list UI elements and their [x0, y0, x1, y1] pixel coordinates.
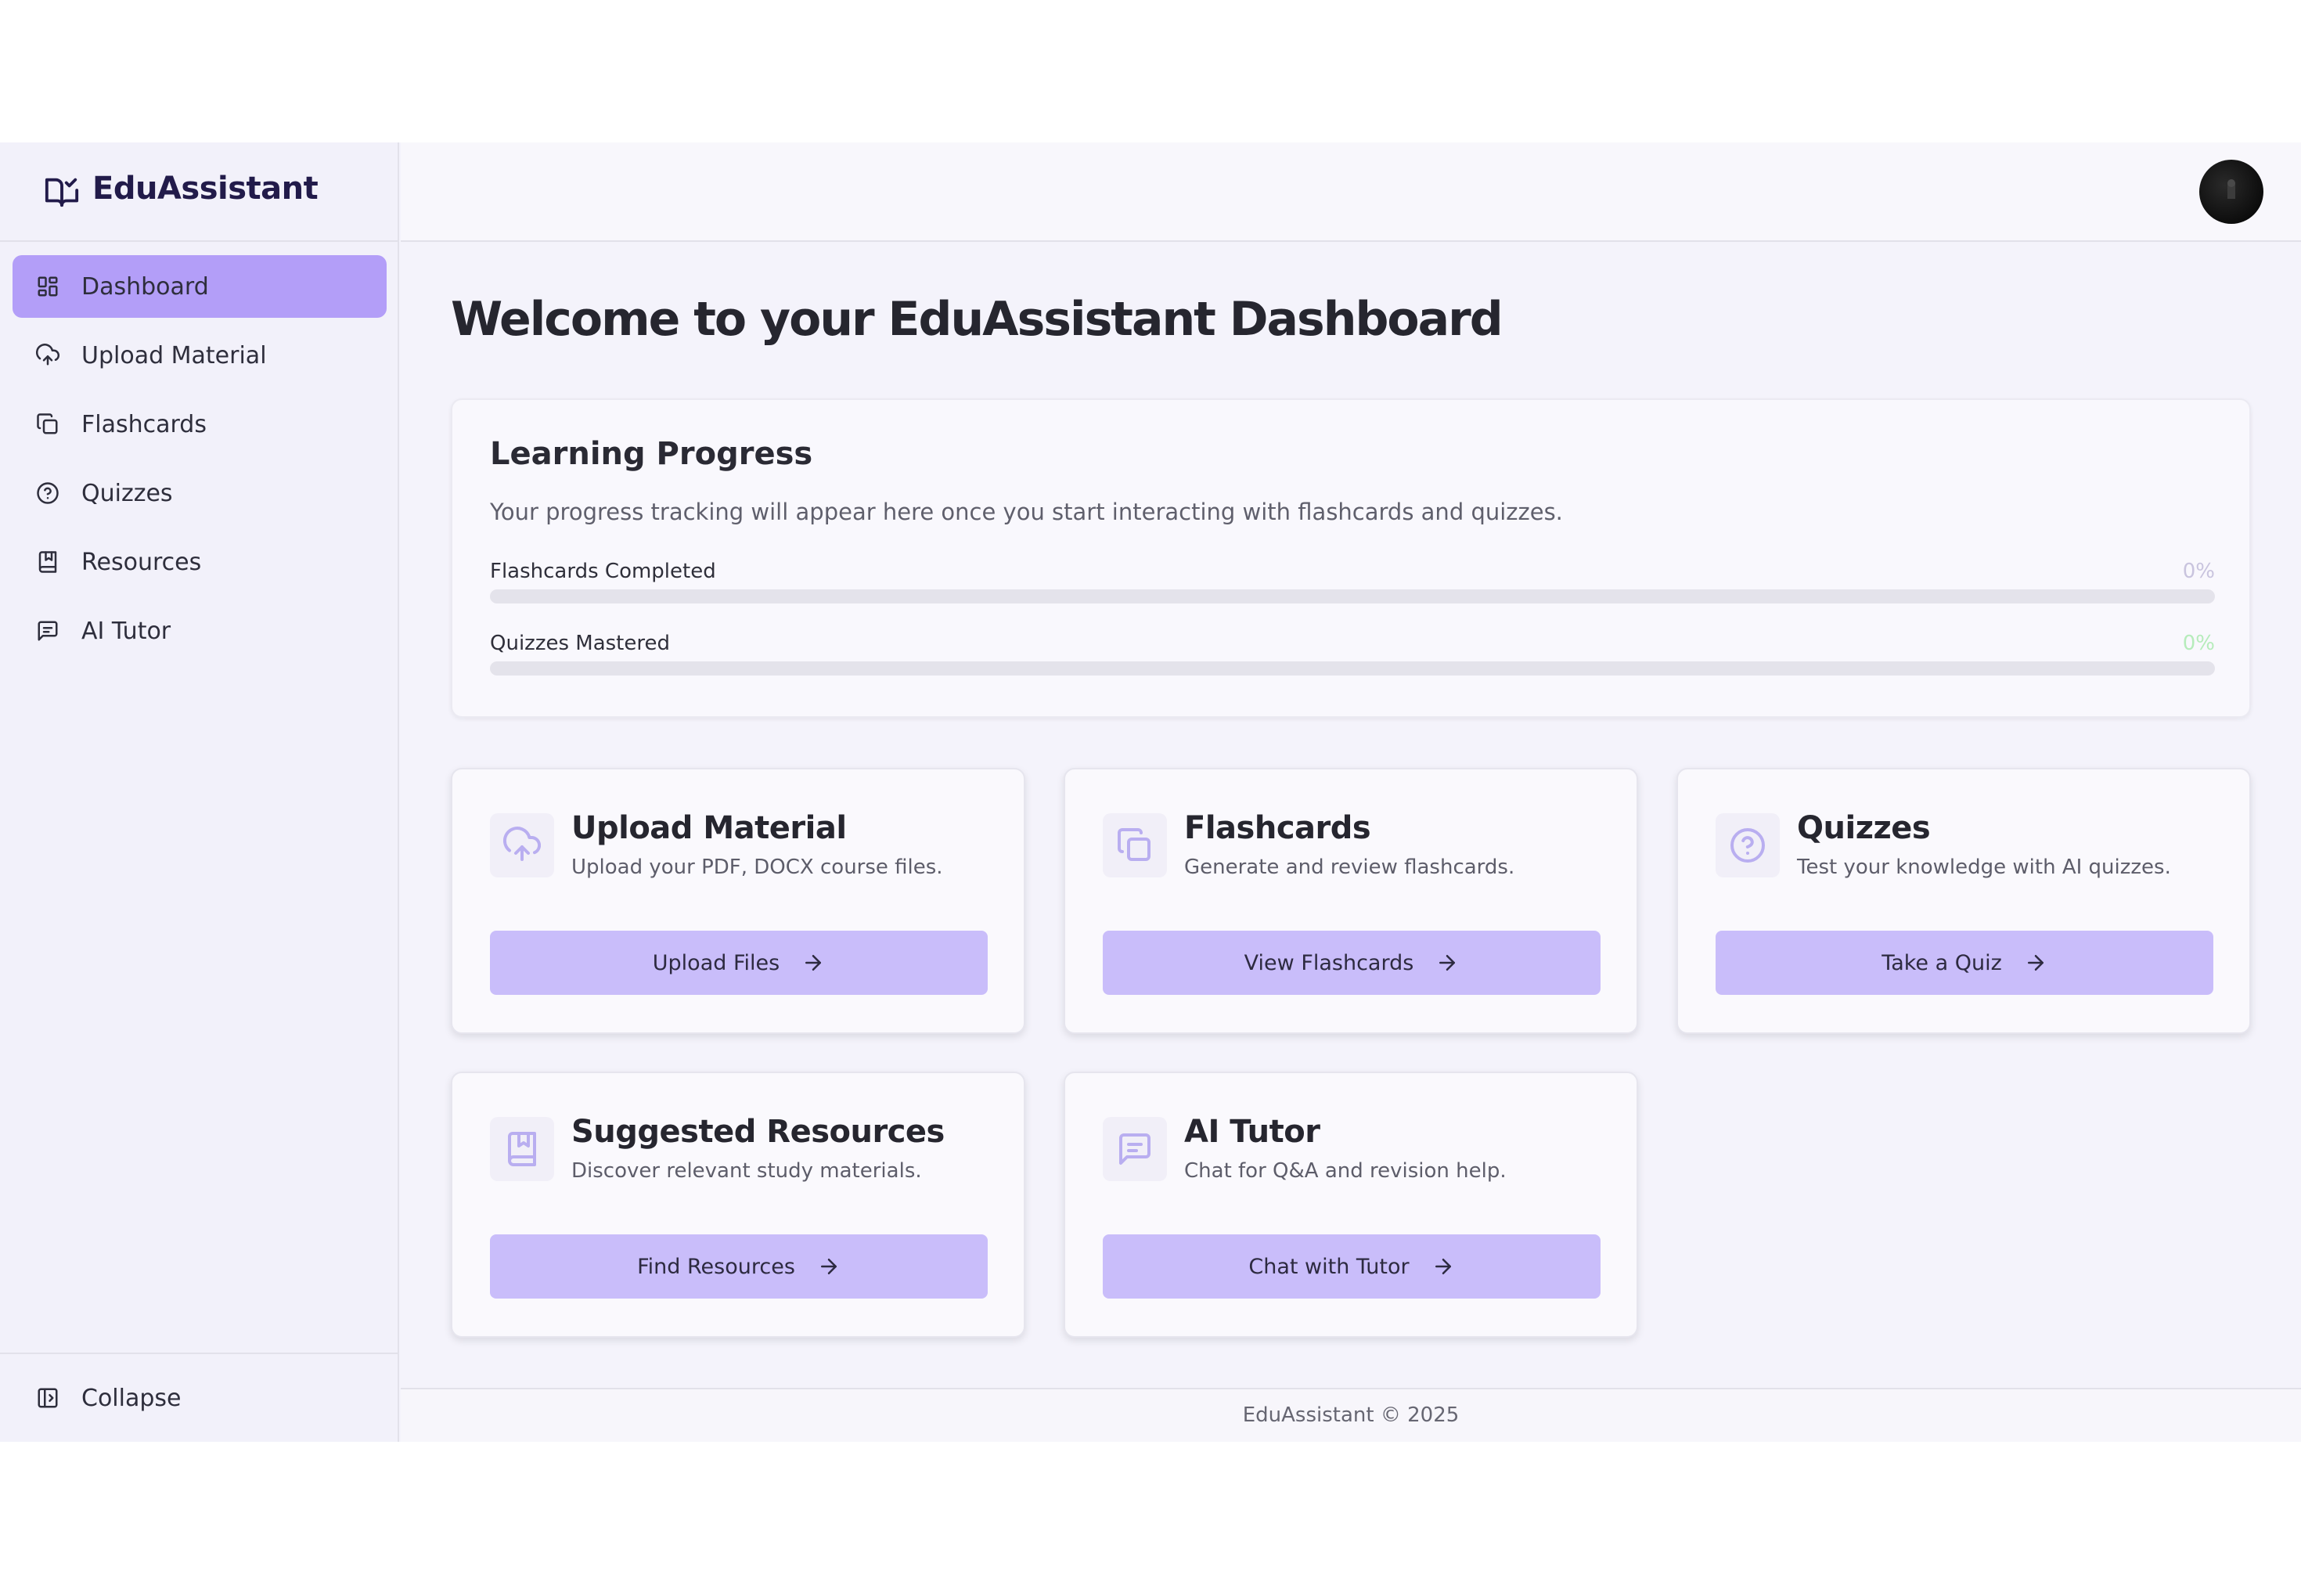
bookmark-book-icon	[38, 551, 57, 573]
sidebar-item-flashcards[interactable]: Flashcards	[13, 393, 387, 456]
avatar-image	[2227, 179, 2235, 199]
feature-card-icon-box	[490, 1117, 554, 1181]
sidebar-item-label: Flashcards	[81, 411, 207, 438]
feature-card-icon-box	[1103, 1117, 1167, 1181]
progress-label: Flashcards Completed	[490, 560, 716, 583]
sidebar-item-label: Resources	[81, 549, 202, 576]
message-square-icon	[1119, 1133, 1150, 1165]
feature-card-suggested-resources: Suggested Resources Discover relevant st…	[451, 1072, 1025, 1338]
progress-bar	[490, 661, 2215, 676]
feature-card-description: Generate and review flashcards.	[1184, 856, 1515, 879]
cloud-upload-icon	[36, 344, 59, 366]
view-flashcards-button[interactable]: View Flashcards	[1103, 931, 1601, 995]
sidebar-item-resources[interactable]: Resources	[13, 531, 387, 593]
arrow-right-icon	[1435, 1259, 1451, 1274]
button-label: Upload Files	[652, 950, 780, 975]
progress-description: Your progress tracking will appear here …	[490, 499, 1563, 525]
button-label: Take a Quiz	[1881, 950, 2002, 975]
feature-card-description: Upload your PDF, DOCX course files.	[571, 856, 943, 879]
feature-card-icon-box	[1103, 813, 1167, 877]
sidebar-nav: Dashboard Upload Material Flashcards Qui…	[13, 255, 387, 668]
page-footer: EduAssistant © 2025	[401, 1388, 2301, 1442]
dashboard-icon	[38, 276, 58, 297]
feature-card-title: AI Tutor	[1184, 1114, 1320, 1150]
chat-with-tutor-button[interactable]: Chat with Tutor	[1103, 1234, 1601, 1299]
progress-bar	[490, 589, 2215, 603]
sidebar-item-label: Dashboard	[81, 273, 209, 301]
feature-card-ai-tutor: AI Tutor Chat for Q&A and revision help.…	[1064, 1072, 1638, 1338]
button-label: Find Resources	[637, 1254, 795, 1279]
brand[interactable]: EduAssistant	[0, 142, 399, 242]
feature-card-flashcards: Flashcards Generate and review flashcard…	[1064, 768, 1638, 1034]
feature-card-title: Quizzes	[1797, 810, 1931, 846]
sidebar-item-label: AI Tutor	[81, 618, 171, 645]
collapse-label: Collapse	[81, 1385, 182, 1412]
feature-card-title: Flashcards	[1184, 810, 1371, 846]
progress-value: 0%	[2182, 560, 2215, 583]
help-circle-icon	[1730, 828, 1765, 863]
progress-row-quizzes: Quizzes Mastered 0%	[490, 632, 2215, 679]
main-content: Welcome to your EduAssistant Dashboard L…	[401, 242, 2301, 1352]
sidebar-item-ai-tutor[interactable]: AI Tutor	[13, 600, 387, 662]
feature-card-description: Test your knowledge with AI quizzes.	[1797, 856, 2171, 879]
page-title: Welcome to your EduAssistant Dashboard	[451, 292, 1503, 347]
arrow-right-icon	[820, 1259, 837, 1274]
copy-icon	[37, 413, 58, 434]
collapse-button[interactable]: Collapse	[13, 1367, 387, 1429]
progress-label: Quizzes Mastered	[490, 632, 670, 655]
button-label: Chat with Tutor	[1248, 1254, 1410, 1279]
find-resources-button[interactable]: Find Resources	[490, 1234, 988, 1299]
button-label: View Flashcards	[1244, 950, 1414, 975]
cloud-upload-icon	[503, 827, 541, 861]
message-square-icon	[38, 621, 58, 641]
book-check-icon	[45, 178, 79, 207]
sidebar-item-dashboard[interactable]: Dashboard	[13, 255, 387, 318]
feature-card-title: Suggested Resources	[571, 1114, 945, 1150]
top-bar	[401, 142, 2301, 242]
arrow-right-icon	[2027, 955, 2044, 971]
avatar[interactable]	[2199, 160, 2263, 224]
feature-card-description: Chat for Q&A and revision help.	[1184, 1159, 1507, 1183]
take-quiz-button[interactable]: Take a Quiz	[1716, 931, 2213, 995]
sidebar-footer: Collapse	[0, 1353, 399, 1442]
footer-copyright: EduAssistant © 2025	[1242, 1403, 1460, 1427]
feature-card-upload-material: Upload Material Upload your PDF, DOCX co…	[451, 768, 1025, 1034]
panel-collapse-icon	[38, 1388, 58, 1408]
upload-files-button[interactable]: Upload Files	[490, 931, 988, 995]
learning-progress-card: Learning Progress Your progress tracking…	[451, 398, 2251, 718]
progress-row-flashcards: Flashcards Completed 0%	[490, 560, 2215, 607]
bookmark-book-icon	[508, 1132, 536, 1166]
sidebar-item-label: Upload Material	[81, 342, 267, 369]
brand-name: EduAssistant	[92, 171, 319, 207]
sidebar: EduAssistant Dashboard Upload Material F…	[0, 142, 399, 1442]
feature-card-icon-box	[490, 813, 554, 877]
feature-card-title: Upload Material	[571, 810, 847, 846]
app-window: EduAssistant Dashboard Upload Material F…	[0, 142, 2301, 1442]
feature-card-description: Discover relevant study materials.	[571, 1159, 922, 1183]
feature-card-quizzes: Quizzes Test your knowledge with AI quiz…	[1676, 768, 2251, 1034]
sidebar-item-quizzes[interactable]: Quizzes	[13, 462, 387, 524]
arrow-right-icon	[1439, 955, 1456, 971]
sidebar-item-upload-material[interactable]: Upload Material	[13, 324, 387, 387]
progress-title: Learning Progress	[490, 436, 813, 472]
sidebar-item-label: Quizzes	[81, 480, 173, 507]
feature-card-icon-box	[1716, 813, 1780, 877]
help-circle-icon	[37, 482, 59, 504]
arrow-right-icon	[805, 955, 822, 971]
progress-value: 0%	[2182, 632, 2215, 655]
copy-icon	[1118, 828, 1150, 861]
